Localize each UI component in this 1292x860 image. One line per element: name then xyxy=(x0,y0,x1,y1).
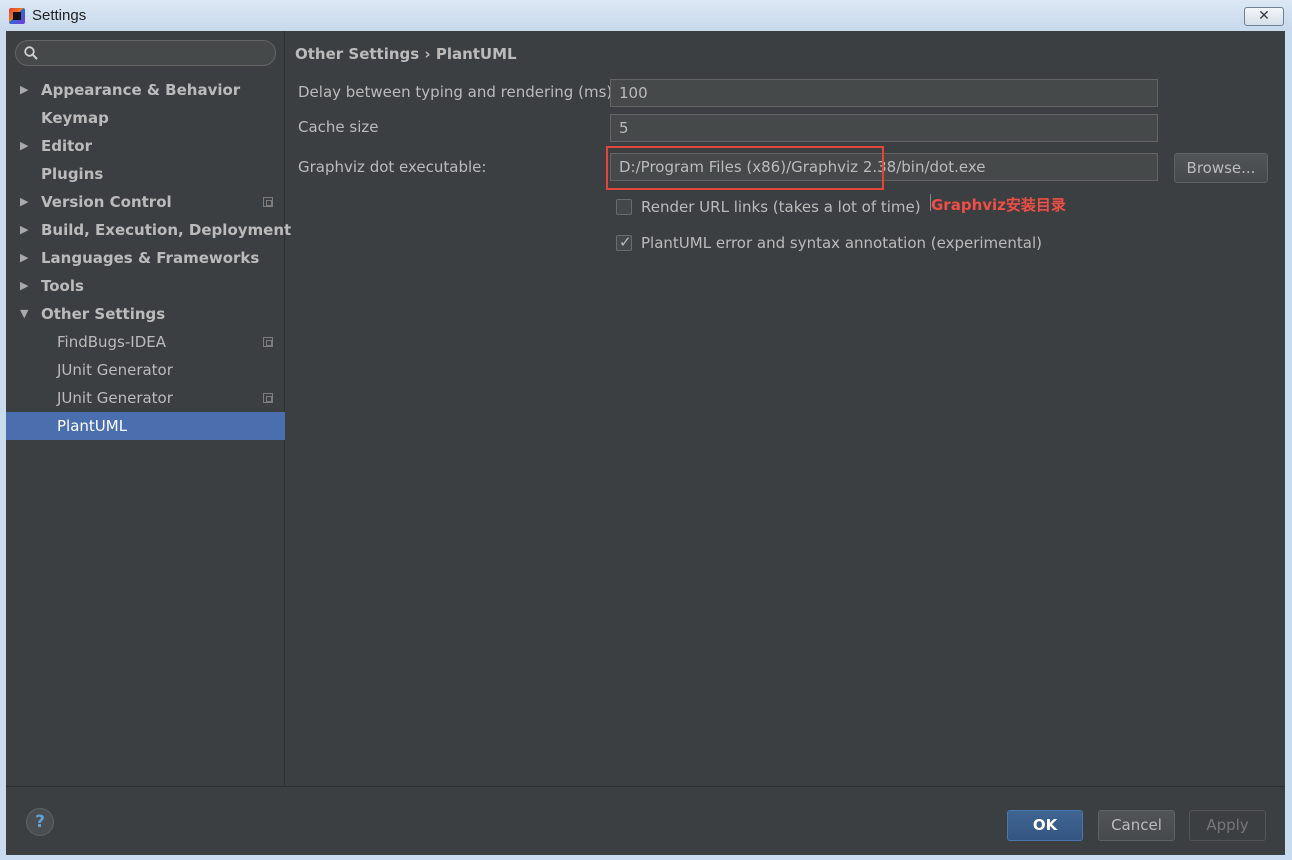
sidebar-item-label: Tools xyxy=(41,277,84,295)
sidebar-item-plantuml[interactable]: PlantUML xyxy=(6,412,285,440)
cache-size-label: Cache size xyxy=(298,118,379,136)
sidebar-item-appearance-behavior[interactable]: ▶ Appearance & Behavior xyxy=(6,76,285,104)
project-scope-icon xyxy=(263,197,273,207)
graphviz-label: Graphviz dot executable: xyxy=(298,158,487,176)
delay-label: Delay between typing and rendering (ms) xyxy=(298,83,613,101)
delay-input[interactable]: 100 xyxy=(610,79,1158,107)
sidebar-item-version-control[interactable]: ▶ Version Control xyxy=(6,188,285,216)
sidebar-item-label: Keymap xyxy=(41,109,109,127)
sidebar-item-findbugs-idea[interactable]: FindBugs-IDEA xyxy=(6,328,285,356)
close-button[interactable]: ✕ xyxy=(1244,7,1284,26)
sidebar-item-label: Plugins xyxy=(41,165,104,183)
cancel-button[interactable]: Cancel xyxy=(1098,810,1175,841)
sidebar-item-label: JUnit Generator xyxy=(57,389,173,407)
checkmark-icon: ✓ xyxy=(619,233,632,251)
search-input[interactable] xyxy=(44,44,269,62)
help-button[interactable]: ? xyxy=(26,808,54,836)
dialog-footer: ? OK Cancel Apply xyxy=(6,786,1285,855)
intellij-app-icon xyxy=(9,8,25,24)
settings-dialog: ▶ Appearance & Behavior Keymap ▶ Editor Plugi… xyxy=(6,31,1285,855)
sidebar-item-junit-generator[interactable]: JUnit Generator xyxy=(6,356,285,384)
render-url-checkbox[interactable] xyxy=(616,199,632,215)
collapsed-arrow-icon[interactable]: ▶ xyxy=(20,132,32,160)
sidebar-item-label: Editor xyxy=(41,137,92,155)
breadcrumb: Other Settings › PlantUML xyxy=(295,45,517,63)
error-annotation-checkbox[interactable]: ✓ xyxy=(616,233,632,251)
render-url-label: Render URL links (takes a lot of time) xyxy=(641,198,921,216)
expanded-arrow-icon[interactable]: ▼ xyxy=(20,300,32,328)
sidebar-item-tools[interactable]: ▶ Tools xyxy=(6,272,285,300)
cache-size-input[interactable]: 5 xyxy=(610,114,1158,142)
annotation-text: Graphviz安装目录 xyxy=(931,196,1066,214)
browse-button[interactable]: Browse... xyxy=(1174,153,1268,183)
sidebar-item-label: FindBugs-IDEA xyxy=(57,333,166,351)
sidebar-item-label: PlantUML xyxy=(57,417,128,435)
collapsed-arrow-icon[interactable]: ▶ xyxy=(20,244,32,272)
title-bar: Settings ✕ xyxy=(0,0,1292,31)
settings-tree: ▶ Appearance & Behavior Keymap ▶ Editor Plugi… xyxy=(6,76,291,440)
annotation-highlight-box xyxy=(606,146,884,190)
collapsed-arrow-icon[interactable]: ▶ xyxy=(20,272,32,300)
sidebar-item-build-execution-deployment[interactable]: ▶ Build, Execution, Deployment xyxy=(6,216,291,244)
error-annotation-label: PlantUML error and syntax annotation (ex… xyxy=(641,234,1043,252)
sidebar-item-label: Version Control xyxy=(41,193,172,211)
project-scope-icon xyxy=(263,393,273,403)
sidebar-item-editor[interactable]: ▶ Editor xyxy=(6,132,285,160)
sidebar-item-keymap[interactable]: Keymap xyxy=(6,104,285,132)
plantuml-settings-panel: Other Settings › PlantUML Delay between … xyxy=(286,31,1285,786)
sidebar-item-label: Languages & Frameworks xyxy=(41,249,260,267)
collapsed-arrow-icon[interactable]: ▶ xyxy=(20,76,32,104)
search-icon xyxy=(24,46,38,60)
sidebar-item-label: JUnit Generator xyxy=(57,361,173,379)
sidebar-item-label: Other Settings xyxy=(41,305,166,323)
collapsed-arrow-icon[interactable]: ▶ xyxy=(20,216,32,244)
sidebar-item-languages-frameworks[interactable]: ▶ Languages & Frameworks xyxy=(6,244,285,272)
apply-button[interactable]: Apply xyxy=(1189,810,1266,841)
search-box[interactable] xyxy=(15,40,276,66)
sidebar-item-label: Build, Execution, Deployment xyxy=(41,221,292,239)
sidebar-item-junit-generator[interactable]: JUnit Generator xyxy=(6,384,285,412)
ok-button[interactable]: OK xyxy=(1007,810,1083,841)
settings-sidebar: ▶ Appearance & Behavior Keymap ▶ Editor Plugi… xyxy=(6,31,291,786)
sidebar-item-plugins[interactable]: Plugins xyxy=(6,160,285,188)
project-scope-icon xyxy=(263,337,273,347)
collapsed-arrow-icon[interactable]: ▶ xyxy=(20,188,32,216)
window-title: Settings xyxy=(32,7,87,24)
sidebar-item-other-settings[interactable]: ▼ Other Settings xyxy=(6,300,285,328)
sidebar-item-label: Appearance & Behavior xyxy=(41,81,241,99)
